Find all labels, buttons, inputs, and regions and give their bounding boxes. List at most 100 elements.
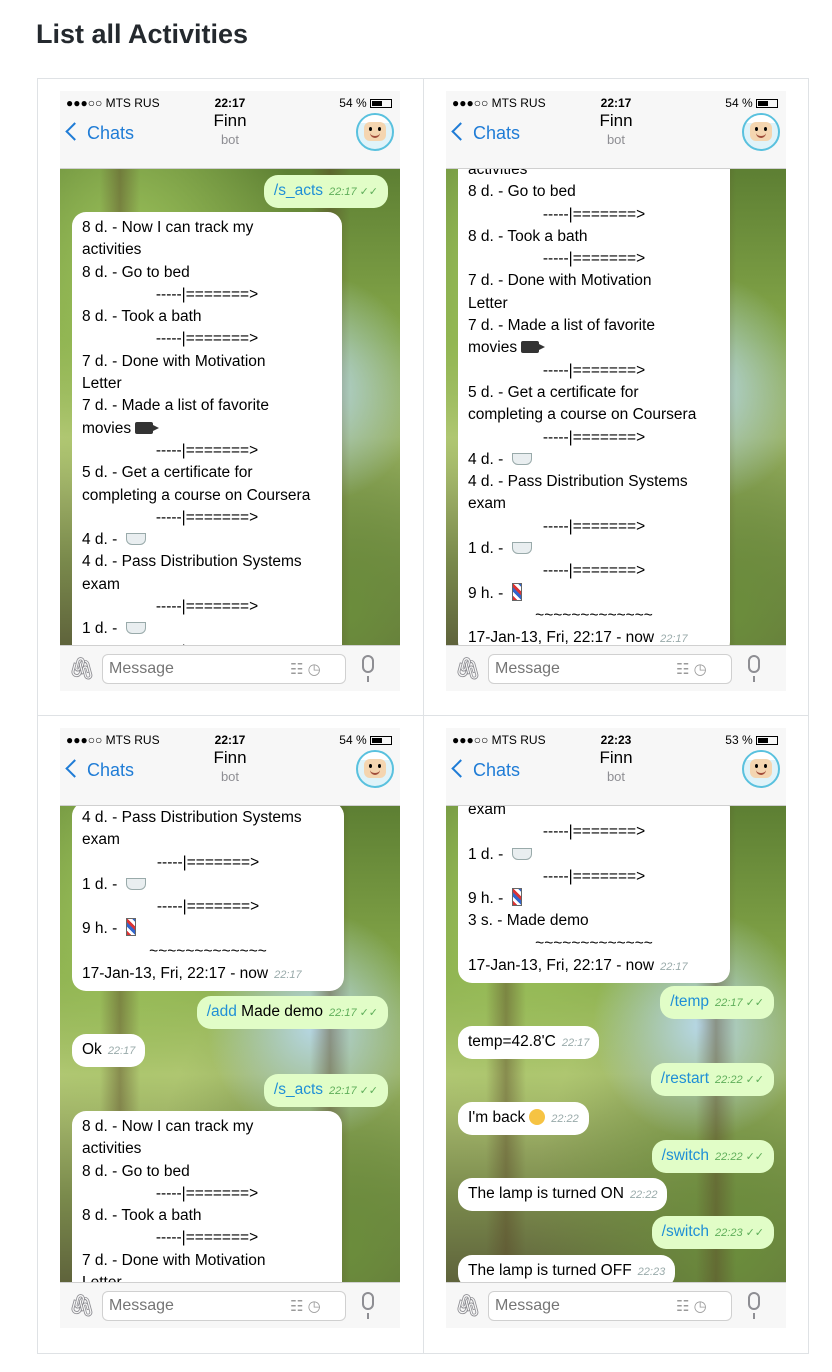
outgoing-message: /add Made demo 22:17 ✓✓ — [196, 996, 388, 1030]
outgoing-message: /switch 22:23 ✓✓ — [651, 1216, 774, 1250]
message-timestamp: 22:17 — [660, 633, 688, 646]
paperclip-icon[interactable]: 🖇 — [454, 1293, 482, 1319]
activity-text: -----|=======> — [542, 205, 646, 223]
movie-camera-icon — [521, 341, 546, 354]
bot-command[interactable]: /switch — [662, 1147, 709, 1164]
sticker-icon[interactable]: ☷ ◷ — [676, 660, 707, 678]
message-timestamp: 22:17 — [329, 1007, 357, 1019]
activity-list-message: exam -----|=======> 1 d. - -----|=======> 9… — [458, 806, 730, 984]
message-input-bar: 🖇 ☷ ◷ — [60, 645, 400, 691]
activity-text: 1 d. - — [82, 875, 122, 893]
back-button[interactable]: Chats — [65, 759, 134, 781]
activity-text: 8 d. - Go to bed — [82, 1162, 190, 1180]
activity-text: 4 d. - — [468, 450, 508, 468]
activity-text: 5 d. - Get a certificate for — [82, 464, 253, 482]
activity-line: 3 s. - Made demo — [468, 910, 720, 932]
outgoing-message: /s_acts 22:17 ✓✓ — [263, 1074, 388, 1108]
battery-percent: 54 % — [339, 733, 367, 747]
activity-text: 9 h. - — [468, 584, 508, 602]
back-button[interactable]: Chats — [451, 759, 520, 781]
activity-line: -----|=======> — [468, 821, 720, 843]
chat-area[interactable]: 4 d. - Pass Distribution Systems exam ----… — [60, 806, 400, 1294]
bot-avatar[interactable] — [742, 113, 780, 151]
activity-text: -----|=======> — [542, 361, 646, 379]
activity-text: completing a course on Coursera — [468, 406, 697, 424]
paperclip-icon[interactable]: 🖇 — [68, 656, 96, 682]
paperclip-icon[interactable]: 🖇 — [68, 1293, 96, 1319]
activity-text: 7 d. - Made a list of favorite — [468, 317, 655, 335]
message-meta: 22:17 ✓✓ — [323, 1081, 378, 1098]
chat-area[interactable]: /s_acts 22:17 ✓✓ 8 d. - Now I can track my a… — [60, 169, 400, 657]
activity-line: completing a course on Coursera — [82, 485, 332, 507]
activity-text: -----|=======> — [542, 517, 646, 535]
message-input-bar: 🖇 ☷ ◷ — [60, 1282, 400, 1328]
activity-text: 5 d. - Get a certificate for — [468, 383, 639, 401]
back-button[interactable]: Chats — [451, 122, 520, 144]
activity-text: Letter — [468, 294, 508, 312]
bathtub-icon — [511, 847, 532, 860]
incoming-message: The lamp is turned ON 22:22 — [458, 1178, 668, 1212]
bot-command[interactable]: /switch — [662, 1223, 709, 1240]
back-label: Chats — [87, 123, 135, 143]
battery-percent: 53 % — [725, 733, 753, 747]
bot-avatar[interactable] — [356, 113, 394, 151]
activity-text: 8 d. - Go to bed — [82, 263, 190, 281]
activity-line: activities — [468, 169, 720, 181]
microphone-icon[interactable] — [362, 1292, 374, 1319]
activity-text: -----|=======> — [156, 853, 260, 871]
activity-line: 9 h. - — [468, 582, 720, 605]
activity-list-message: activities 8 d. - Go to bed -----|=======>… — [458, 169, 730, 656]
activity-line: 7 d. - Made a list of favorite — [468, 315, 720, 337]
paperclip-icon[interactable]: 🖇 — [454, 656, 482, 682]
bot-command[interactable]: /s_acts — [274, 1081, 323, 1098]
activity-text: -----|=======> — [155, 330, 259, 348]
message-timestamp: 22:17 — [561, 1037, 590, 1049]
battery-icon — [756, 99, 778, 108]
chevron-left-icon — [65, 122, 84, 141]
sticker-icon[interactable]: ☷ ◷ — [676, 1297, 707, 1315]
bot-command[interactable]: /restart — [661, 1070, 709, 1087]
bot-avatar[interactable] — [356, 750, 394, 788]
sticker-icon[interactable]: ☷ ◷ — [290, 1297, 321, 1315]
activity-text: -----|=======> — [542, 428, 646, 446]
battery-status: 54 % — [339, 733, 392, 747]
activity-line: exam — [82, 829, 334, 851]
microphone-icon[interactable] — [362, 655, 374, 682]
message-meta: 22:22 ✓✓ — [709, 1070, 764, 1087]
bot-command[interactable]: /s_acts — [274, 182, 323, 199]
chat-area[interactable]: exam -----|=======> 1 d. - -----|=======> 9… — [446, 806, 786, 1294]
battery-status: 54 % — [725, 96, 778, 110]
activity-line: 17-Jan-13, Fri, 22:17 - now 22:17 — [468, 955, 720, 978]
battery-percent: 54 % — [725, 96, 753, 110]
activity-line: Letter — [82, 373, 332, 395]
incoming-message: Ok 22:17 — [72, 1034, 146, 1068]
microphone-icon[interactable] — [748, 1292, 760, 1319]
message-timestamp: 22:23 — [715, 1227, 743, 1239]
activity-line: 1 d. - — [468, 844, 720, 866]
bathtub-icon — [125, 877, 146, 890]
activity-line: 5 d. - Get a certificate for — [468, 382, 720, 404]
incoming-message: temp=42.8'C 22:17 — [458, 1026, 600, 1060]
activity-text: activities — [82, 241, 142, 259]
chat-area[interactable]: activities 8 d. - Go to bed -----|=======>… — [446, 169, 786, 657]
message-timestamp: 22:22 — [715, 1074, 743, 1086]
activity-text: movies — [82, 419, 132, 437]
activity-text: 17-Jan-13, Fri, 22:17 - now — [468, 629, 655, 647]
activity-line: 4 d. - — [468, 449, 720, 471]
microphone-icon[interactable] — [748, 655, 760, 682]
activity-line: 7 d. - Made a list of favorite — [82, 395, 332, 417]
back-button[interactable]: Chats — [65, 122, 135, 144]
battery-status: 54 % — [339, 96, 392, 110]
activity-text: 8 d. - Now I can track my — [82, 1118, 254, 1135]
sticker-icon[interactable]: ☷ ◷ — [290, 660, 321, 678]
message-text: The lamp is turned ON — [468, 1185, 624, 1202]
chat-navbar: Finn bot Chats — [60, 748, 400, 806]
bot-command[interactable]: /temp — [670, 993, 709, 1010]
activity-text: 8 d. - Go to bed — [468, 183, 576, 201]
bot-avatar[interactable] — [742, 750, 780, 788]
activity-line: 9 h. - — [468, 888, 720, 910]
activity-text: 3 s. - Made demo — [468, 912, 589, 930]
bot-command[interactable]: /add — [207, 1003, 237, 1020]
activity-line: ~~~~~~~~~~~~~ — [468, 605, 720, 627]
activity-line: movies — [82, 418, 332, 440]
